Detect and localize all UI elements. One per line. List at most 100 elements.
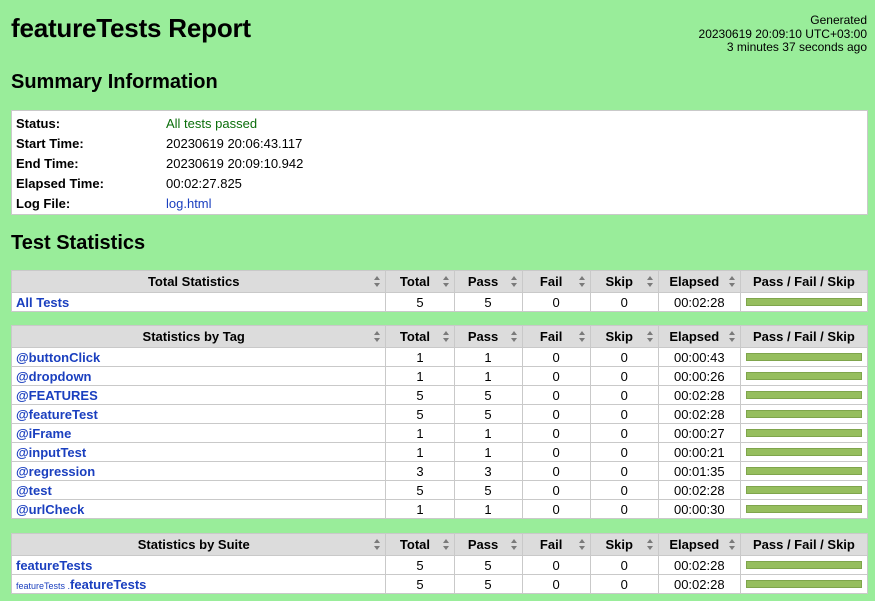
header-row: Total Statistics Total Pass Fail Skip Elapsed… xyxy=(10,270,869,293)
stat-total-cell: 3 xyxy=(385,461,455,481)
column-header-skip[interactable]: Skip xyxy=(589,533,659,556)
stat-elapsed-cell: 00:02:28 xyxy=(657,555,741,575)
column-header-label: Pass / Fail / Skip xyxy=(752,329,855,344)
sort-arrows-icon[interactable] xyxy=(510,331,518,343)
column-header-elapsed[interactable]: Elapsed xyxy=(657,325,741,348)
stat-name-cell: @test xyxy=(10,480,387,500)
column-header-name[interactable]: Statistics by Tag xyxy=(10,325,387,348)
sort-arrows-icon[interactable] xyxy=(728,539,736,551)
sort-arrows-icon[interactable] xyxy=(374,276,381,288)
column-header-fail[interactable]: Fail xyxy=(521,325,591,348)
column-header-pass[interactable]: Pass xyxy=(453,270,523,293)
stat-elapsed-cell: 00:02:28 xyxy=(657,574,741,594)
sort-arrows-icon[interactable] xyxy=(578,331,586,343)
sort-arrows-icon[interactable] xyxy=(646,331,654,343)
column-header-elapsed[interactable]: Elapsed xyxy=(657,270,741,293)
stat-name-link[interactable]: @inputTest xyxy=(16,445,86,460)
pass-bar xyxy=(745,486,862,494)
column-header-total[interactable]: Total xyxy=(385,270,455,293)
stat-name-link[interactable]: featureTests xyxy=(16,558,92,573)
stat-name-link[interactable]: @urlCheck xyxy=(16,502,84,517)
sort-arrows-icon[interactable] xyxy=(374,331,381,343)
stat-graph-cell xyxy=(739,347,869,367)
stat-skip-cell: 0 xyxy=(589,461,659,481)
stat-pass-cell: 5 xyxy=(453,404,523,424)
stat-elapsed-cell: 00:01:35 xyxy=(657,461,741,481)
stat-graph-cell xyxy=(739,499,869,519)
stat-pass-cell: 5 xyxy=(453,574,523,594)
column-header-name[interactable]: Total Statistics xyxy=(10,270,387,293)
stat-pass-cell: 3 xyxy=(453,461,523,481)
stat-fail-cell: 0 xyxy=(521,555,591,575)
column-header-name[interactable]: Statistics by Suite xyxy=(10,533,387,556)
column-header-label: Fail xyxy=(539,274,563,289)
sort-arrows-icon[interactable] xyxy=(646,276,654,288)
sort-arrows-icon[interactable] xyxy=(510,539,518,551)
stat-name-link[interactable]: @iFrame xyxy=(16,426,71,441)
log-file-link[interactable]: log.html xyxy=(166,196,212,211)
column-header-label: Pass xyxy=(467,537,499,552)
column-header-skip[interactable]: Skip xyxy=(589,270,659,293)
column-header-total[interactable]: Total xyxy=(385,325,455,348)
stat-elapsed-cell: 00:00:43 xyxy=(657,347,741,367)
generated-label: Generated xyxy=(810,13,867,27)
table-row: featureTests .featureTests 5 5 0 0 00:02:28 xyxy=(10,574,869,594)
stat-name-cell: featureTests xyxy=(10,555,387,575)
generated-info: Generated 20230619 20:09:10 UTC+03:00 3 … xyxy=(698,13,867,55)
stat-total-cell: 1 xyxy=(385,423,455,443)
parent-suite-name: featureTests . xyxy=(16,580,71,591)
summary-table: Status: All tests passed Start Time: 202… xyxy=(11,110,868,215)
summary-key: Log File: xyxy=(16,196,71,211)
column-header-fail[interactable]: Fail xyxy=(521,533,591,556)
suite-statistics-table: Statistics by Suite Total Pass Fail Skip Elap… xyxy=(10,533,869,594)
sort-arrows-icon[interactable] xyxy=(646,539,654,551)
sort-arrows-icon[interactable] xyxy=(374,539,381,551)
stat-graph-cell xyxy=(739,404,869,424)
stat-name-link[interactable]: @FEATURES xyxy=(16,388,98,403)
sort-arrows-icon[interactable] xyxy=(442,331,450,343)
sort-arrows-icon[interactable] xyxy=(442,539,450,551)
stat-name-link[interactable]: @featureTest xyxy=(16,407,98,422)
column-header-skip[interactable]: Skip xyxy=(589,325,659,348)
stat-skip-cell: 0 xyxy=(589,442,659,462)
generated-time: 20230619 20:09:10 UTC+03:00 xyxy=(698,26,867,41)
stat-fail-cell: 0 xyxy=(521,574,591,594)
column-header-pass[interactable]: Pass xyxy=(453,325,523,348)
stat-pass-cell: 1 xyxy=(453,423,523,443)
column-header-label: Total xyxy=(399,274,430,289)
column-header-pass[interactable]: Pass xyxy=(453,533,523,556)
stat-graph-cell xyxy=(739,423,869,443)
stat-name-link[interactable]: @dropdown xyxy=(16,369,92,384)
stat-skip-cell: 0 xyxy=(589,423,659,443)
sort-arrows-icon[interactable] xyxy=(442,276,450,288)
stat-name-link[interactable]: @test xyxy=(16,483,52,498)
stat-name-link[interactable]: featureTests xyxy=(70,577,146,592)
sort-arrows-icon[interactable] xyxy=(728,331,736,343)
column-header-elapsed[interactable]: Elapsed xyxy=(657,533,741,556)
column-header-total[interactable]: Total xyxy=(385,533,455,556)
stat-name-link[interactable]: All Tests xyxy=(16,295,69,310)
stat-graph-cell xyxy=(739,480,869,500)
pass-bar xyxy=(745,353,862,361)
column-header-label: Total xyxy=(399,329,430,344)
stat-skip-cell: 0 xyxy=(589,480,659,500)
stat-fail-cell: 0 xyxy=(521,404,591,424)
stat-elapsed-cell: 00:02:28 xyxy=(657,292,741,312)
stat-name-cell: @featureTest xyxy=(10,404,387,424)
stat-total-cell: 5 xyxy=(385,385,455,405)
stat-name-link[interactable]: @buttonClick xyxy=(16,350,100,365)
column-header-fail[interactable]: Fail xyxy=(521,270,591,293)
stat-name-link[interactable]: @regression xyxy=(16,464,95,479)
stat-total-cell: 5 xyxy=(385,404,455,424)
summary-row-log: Log File: log.html xyxy=(16,194,863,214)
pass-bar xyxy=(745,410,862,418)
start-time-value: 20230619 20:06:43.117 xyxy=(166,136,303,151)
sort-arrows-icon[interactable] xyxy=(578,276,586,288)
column-header-label: Pass xyxy=(467,329,499,344)
sort-arrows-icon[interactable] xyxy=(510,276,518,288)
sort-arrows-icon[interactable] xyxy=(728,276,736,288)
stat-total-cell: 1 xyxy=(385,347,455,367)
column-header-label: Elapsed xyxy=(669,329,720,344)
sort-arrows-icon[interactable] xyxy=(578,539,586,551)
total-statistics-table: Total Statistics Total Pass Fail Skip Elapsed… xyxy=(10,270,869,312)
